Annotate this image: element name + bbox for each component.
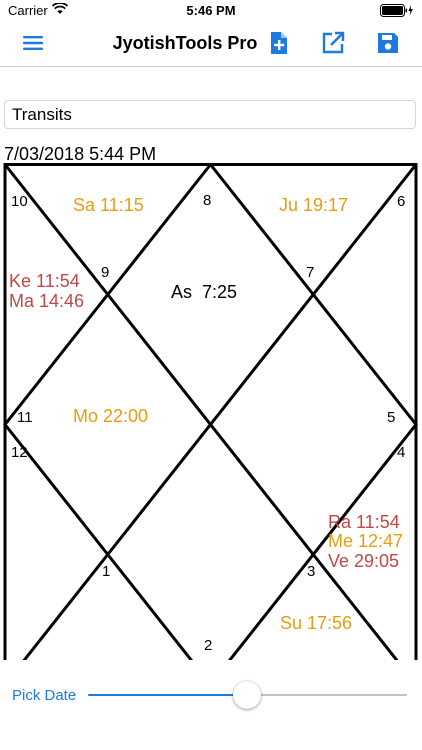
chart-name-input[interactable] — [4, 100, 416, 129]
chart-grid-lines — [3, 163, 418, 660]
planet-jupiter: Ju 19:17 — [279, 195, 348, 215]
date-slider-track[interactable] — [247, 694, 407, 696]
date-slider-thumb[interactable] — [233, 681, 261, 709]
house-number-4: 4 — [397, 444, 405, 461]
ascendant-label: As 7:25 — [171, 282, 237, 302]
battery-icon — [380, 4, 414, 20]
planet-ketu: Ke 11:54 — [9, 271, 80, 291]
house-number-2: 2 — [204, 637, 212, 654]
planet-saturn: Sa 11:15 — [73, 195, 144, 215]
planet-rahu: Ra 11:54 — [328, 512, 400, 532]
clock-time: 5:46 PM — [186, 3, 236, 18]
house-number-9: 9 — [101, 264, 109, 281]
app-title: JyotishTools Pro — [112, 33, 258, 53]
planet-venus: Ve 29:05 — [328, 551, 399, 571]
chart-datetime: 7/03/2018 5:44 PM — [4, 144, 157, 164]
hamburger-menu-icon[interactable] — [20, 30, 46, 56]
house-number-7: 7 — [306, 264, 314, 281]
save-icon[interactable] — [375, 30, 401, 56]
house-number-11: 11 — [17, 409, 33, 426]
edit-external-icon[interactable] — [320, 30, 346, 56]
date-picker-bar: Pick Date — [0, 660, 422, 750]
new-chart-icon[interactable] — [266, 30, 292, 56]
house-number-12: 12 — [11, 444, 28, 461]
house-number-3: 3 — [307, 563, 315, 580]
north-indian-chart[interactable]: 8 10 6 9 7 11 5 12 4 1 3 2 Sa 11:15 Ju 1… — [0, 163, 422, 660]
house-number-1: 1 — [102, 563, 110, 580]
house-number-8: 8 — [203, 192, 211, 209]
planet-moon: Mo 22:00 — [73, 406, 148, 426]
planet-mercury: Me 12:47 — [328, 531, 403, 551]
planet-sun: Su 17:56 — [280, 613, 352, 633]
pick-date-label[interactable]: Pick Date — [12, 687, 76, 704]
navigation-bar: JyotishTools Pro — [0, 22, 422, 67]
house-number-5: 5 — [387, 409, 395, 426]
house-number-6: 6 — [397, 193, 405, 210]
status-bar: Carrier 5:46 PM — [0, 0, 422, 22]
planet-mars: Ma 14:46 — [9, 291, 84, 311]
date-slider-fill[interactable] — [88, 694, 247, 696]
house-number-10: 10 — [11, 193, 28, 210]
